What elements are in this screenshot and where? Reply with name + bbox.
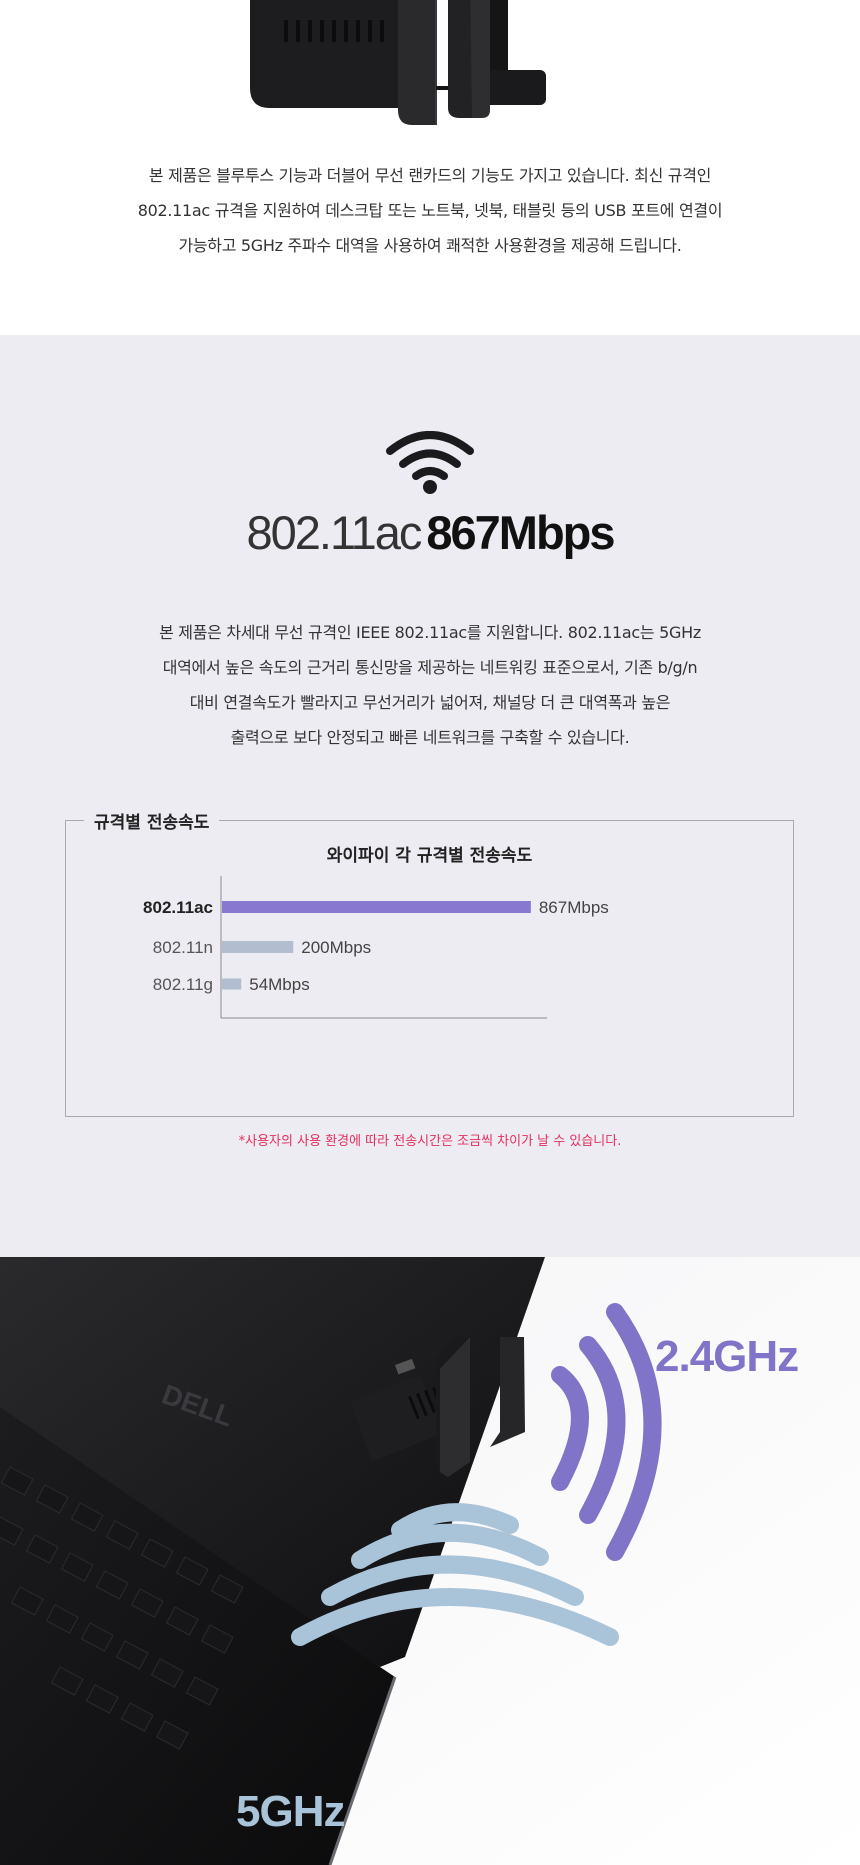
intro-line: 본 제품은 블루투스 기능과 더블어 무선 랜카드의 기능도 가지고 있습니다.… bbox=[148, 166, 712, 185]
chart-category-label: 802.11ac bbox=[143, 898, 213, 917]
spec-line: 대비 연결속도가 빨라지고 무선거리가 넓어져, 채널당 더 큰 대역폭과 높은 bbox=[189, 693, 671, 712]
chart-category-label: 802.11g bbox=[153, 975, 213, 994]
chart-bar bbox=[222, 978, 242, 990]
intro-section: 본 제품은 블루투스 기능과 더블어 무선 랜카드의 기능도 가지고 있습니다.… bbox=[0, 0, 860, 335]
chart-bar bbox=[222, 901, 531, 913]
chart-value-label: 200Mbps bbox=[301, 938, 371, 957]
intro-line: 802.11ac 규격을 지원하여 데스크탑 또는 노트북, 넷북, 태블릿 등… bbox=[137, 201, 723, 220]
chart-bar bbox=[222, 941, 294, 953]
chart-value-label: 54Mbps bbox=[249, 975, 309, 994]
laptop-scene-section: DELL 2.4GHz 5GHz bbox=[0, 1257, 860, 1865]
spec-line: 출력으로 보다 안정되고 빠른 네트워크를 구축할 수 있습니다. bbox=[230, 728, 630, 747]
chart-disclaimer: *사용자의 사용 환경에 따라 전송시간은 조금씩 차이가 날 수 있습니다. bbox=[238, 1134, 622, 1149]
speed-headline-standard: 802.11ac bbox=[246, 506, 422, 559]
speed-headline: 802.11ac 867Mbps bbox=[0, 505, 860, 561]
wifi-icon bbox=[386, 431, 474, 494]
spec-line: 대역에서 높은 속도의 근거리 통신망을 제공하는 네트워킹 표준으로서, 기존… bbox=[162, 658, 698, 677]
intro-description: 본 제품은 블루투스 기능과 더블어 무선 랜카드의 기능도 가지고 있습니다.… bbox=[80, 158, 780, 263]
speed-headline-rate: 867Mbps bbox=[426, 506, 615, 559]
speed-chart-box: 802.11ac 867Mbps 802.11n 200Mbps 802.11g 54Mb… bbox=[65, 808, 794, 1117]
chart-category-label: 802.11n bbox=[153, 938, 213, 957]
chart-box-title: 규격별 전송속도 bbox=[84, 808, 220, 833]
spec-line: 본 제품은 차세대 무선 규격인 IEEE 802.11ac를 지원합니다. 8… bbox=[159, 623, 701, 642]
chart-value-label: 867Mbps bbox=[539, 898, 609, 917]
chart-title: 와이파이 각 규격별 전송속도 bbox=[326, 846, 533, 866]
band-label-5ghz: 5GHz bbox=[236, 1787, 345, 1836]
intro-line: 가능하고 5GHz 주파수 대역을 사용하여 쾌적한 사용환경을 제공해 드립니… bbox=[178, 236, 682, 255]
spec-description: 본 제품은 차세대 무선 규격인 IEEE 802.11ac를 지원합니다. 8… bbox=[100, 615, 760, 755]
spec-section: 802.11ac 867Mbps 본 제품은 차세대 무선 규격인 IEEE 80… bbox=[0, 335, 860, 1257]
usb-dongle-photo bbox=[250, 0, 546, 125]
band-label-2-4ghz: 2.4GHz bbox=[655, 1332, 799, 1381]
